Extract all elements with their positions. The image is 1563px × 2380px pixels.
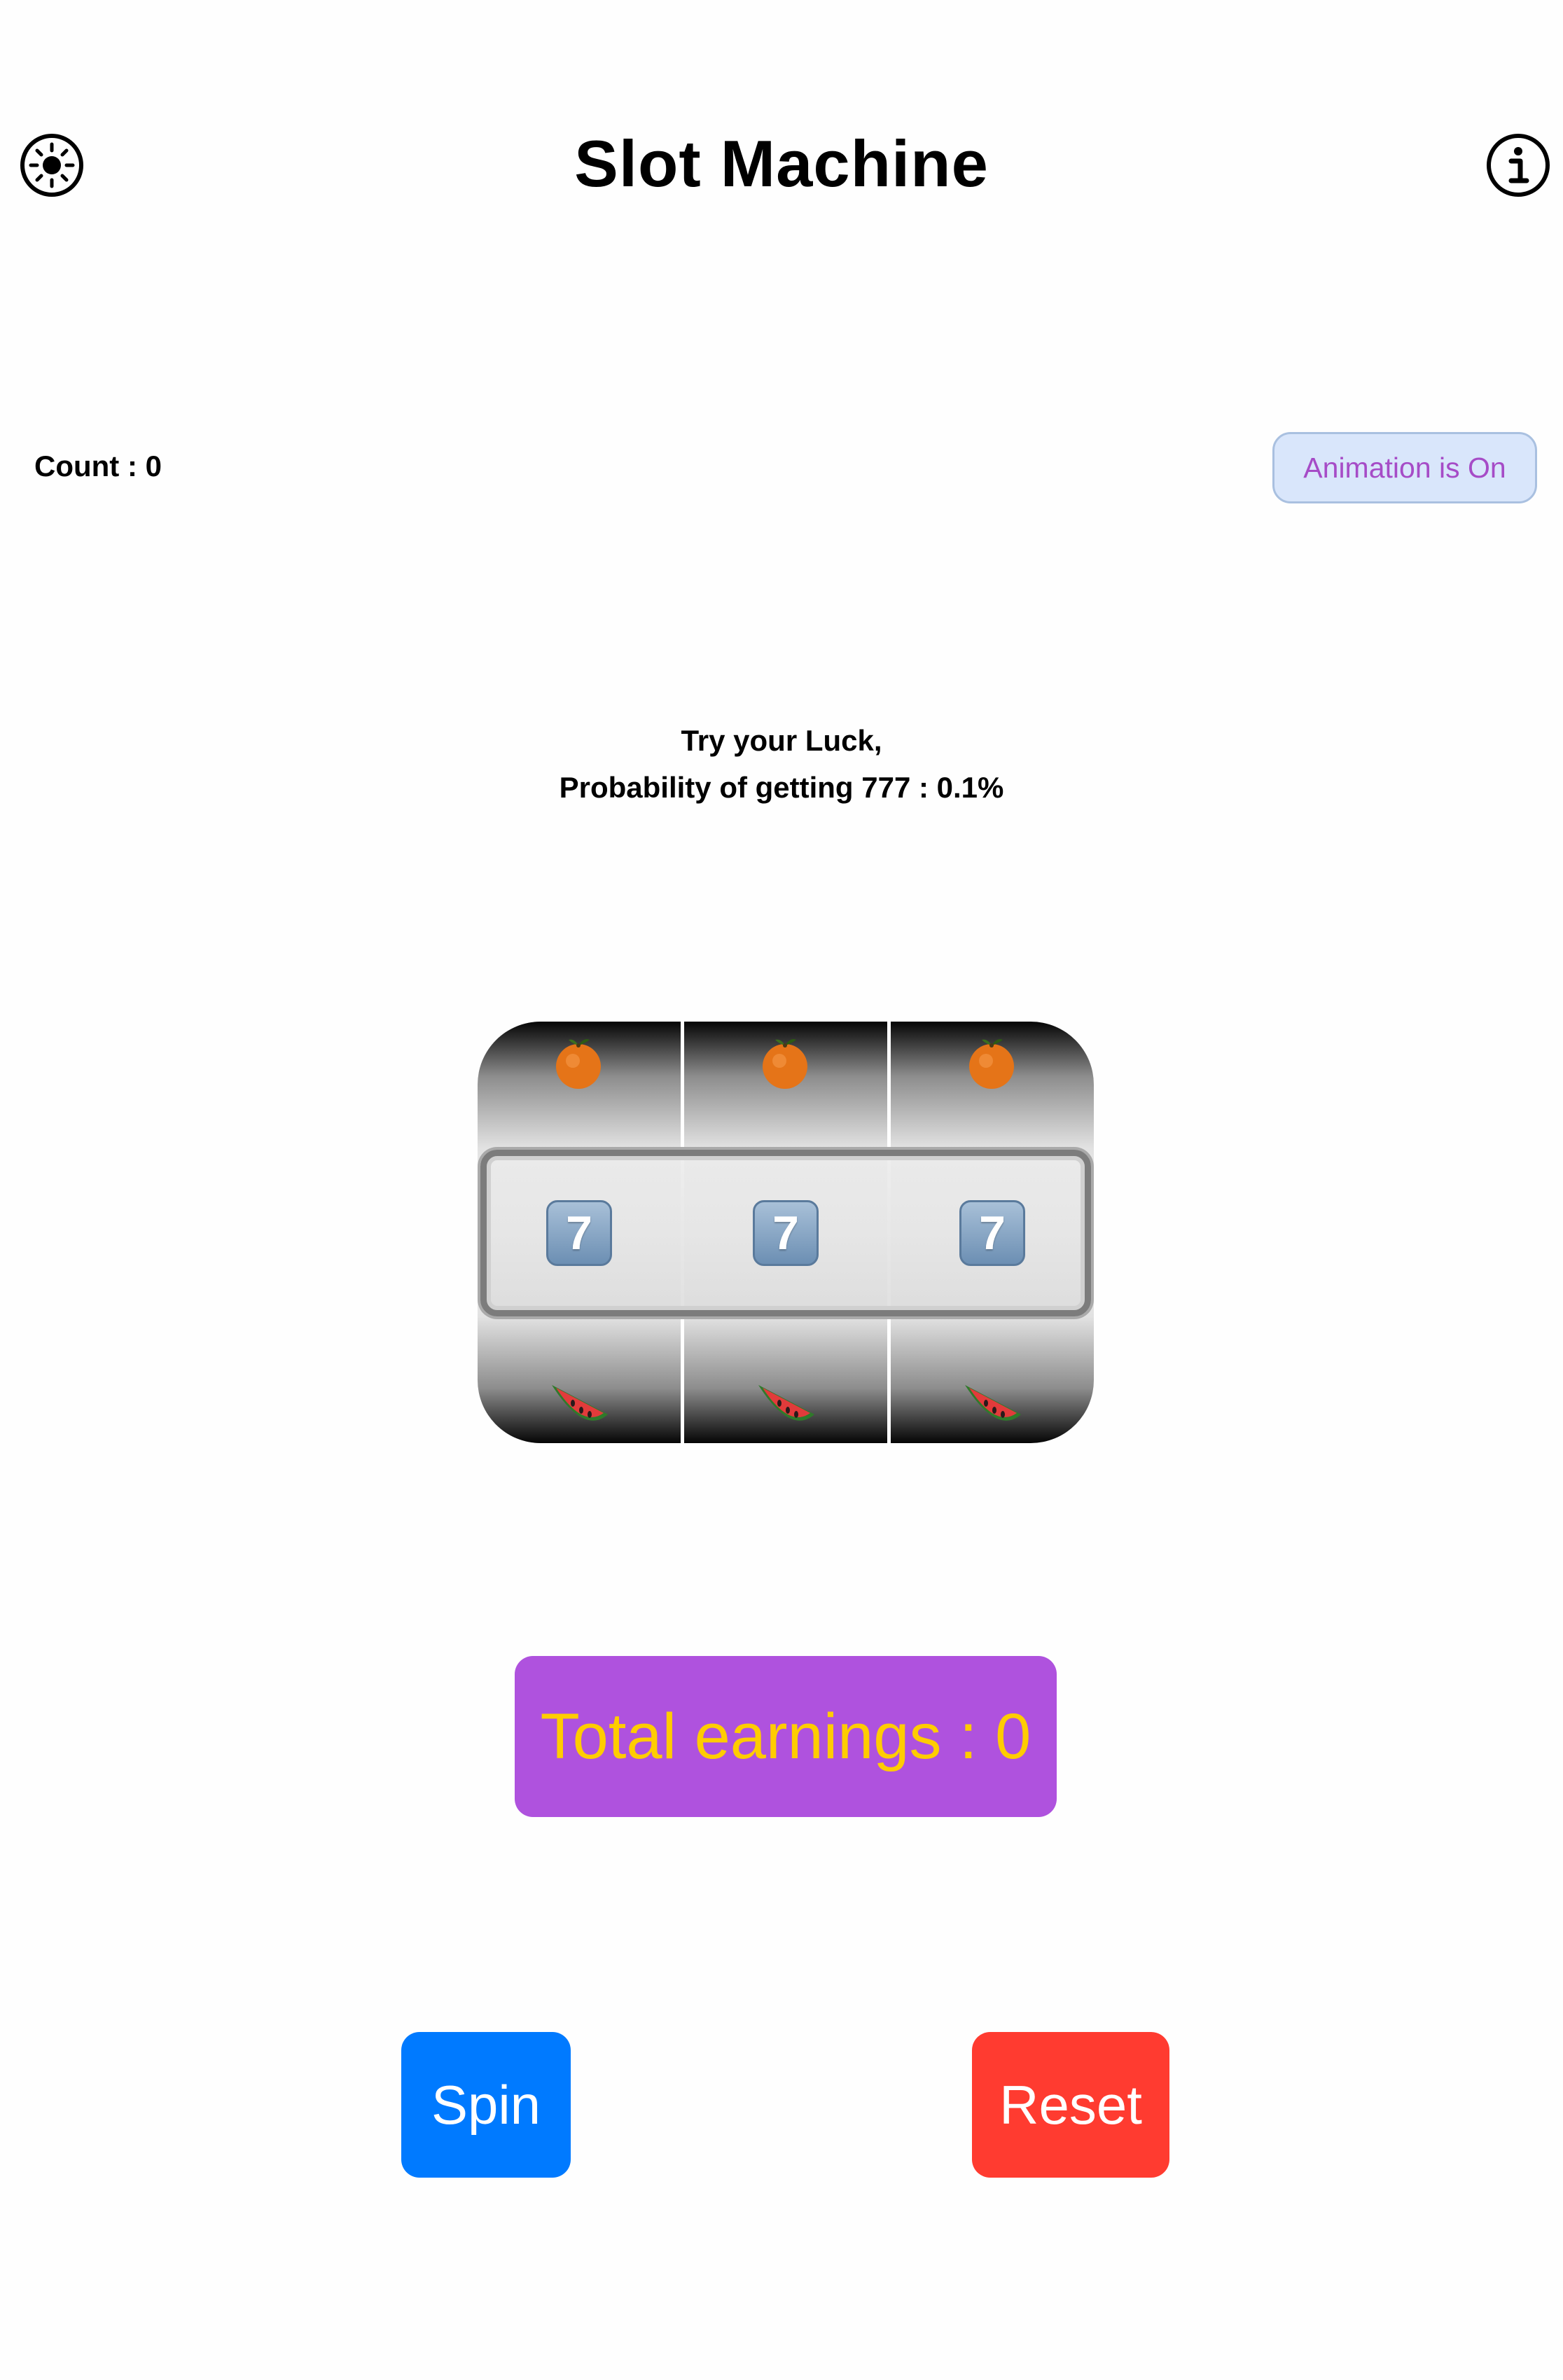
seven-icon: 7 bbox=[959, 1200, 1025, 1266]
info-icon bbox=[1487, 134, 1550, 197]
animation-toggle-button[interactable]: Animation is On bbox=[1272, 432, 1537, 503]
watermelon-icon bbox=[552, 1385, 608, 1421]
probability-message: Probability of getting 777 : 0.1% bbox=[559, 771, 1004, 804]
seven-icon: 7 bbox=[753, 1200, 819, 1266]
total-earnings: Total earnings : 0 bbox=[515, 1656, 1057, 1817]
info-button[interactable] bbox=[1485, 132, 1552, 199]
watermelon-icon bbox=[965, 1385, 1021, 1421]
spin-count: Count : 0 bbox=[34, 450, 162, 482]
orange-icon bbox=[556, 1039, 601, 1089]
page-title: Slot Machine bbox=[574, 127, 989, 200]
watermelon-icon bbox=[758, 1385, 814, 1421]
spin-button[interactable]: Spin bbox=[401, 2032, 571, 2178]
orange-icon bbox=[763, 1039, 807, 1089]
luck-message: Try your Luck, bbox=[681, 724, 882, 757]
orange-icon bbox=[969, 1039, 1014, 1089]
slot-reels: 7 7 7 bbox=[478, 1022, 1094, 1443]
reset-button[interactable]: Reset bbox=[972, 2032, 1169, 2178]
seven-icon: 7 bbox=[546, 1200, 612, 1266]
